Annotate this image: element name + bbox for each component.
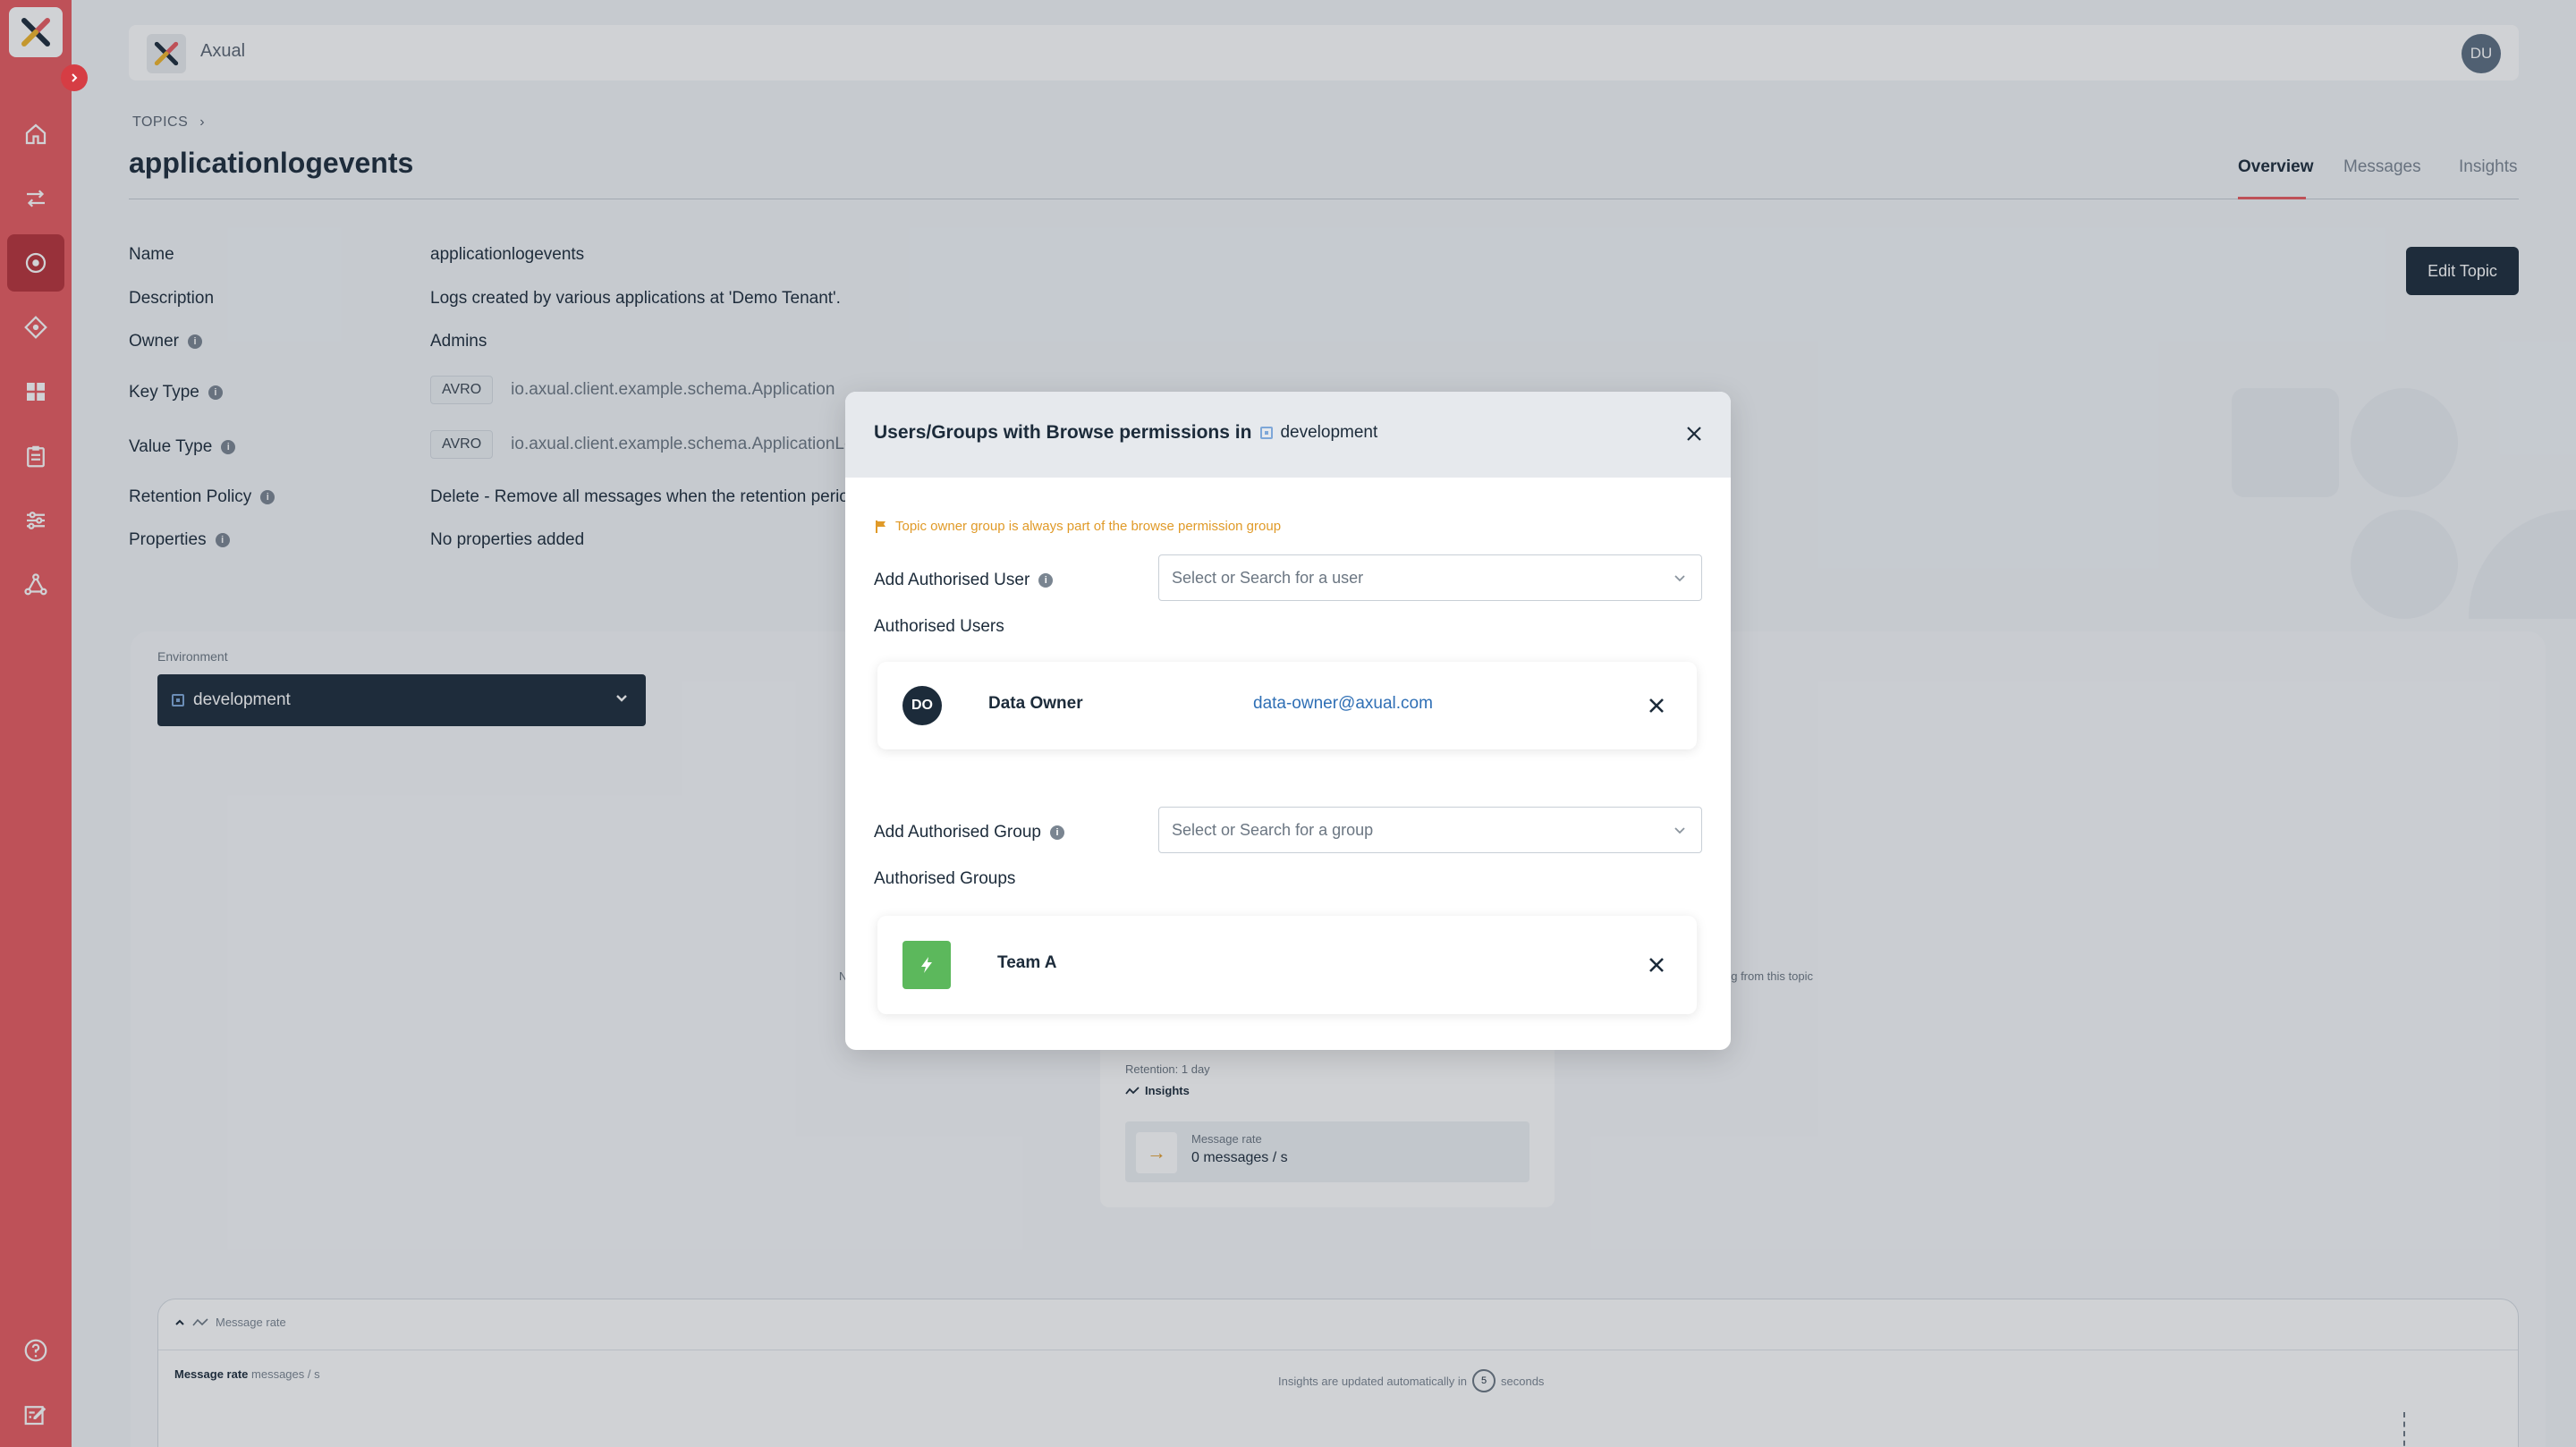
chevron-down-icon xyxy=(1674,827,1685,834)
user-email-link[interactable]: data-owner@axual.com xyxy=(1253,694,1433,714)
close-dialog-button[interactable] xyxy=(1682,422,1706,445)
user-select[interactable]: Select or Search for a user xyxy=(1158,554,1702,601)
dialog-header: Users/Groups with Browse permissions in … xyxy=(845,392,1731,478)
authorised-group-card: Team A xyxy=(877,916,1697,1014)
close-icon xyxy=(1649,958,1664,972)
add-user-label: Add Authorised User i xyxy=(874,571,1054,590)
info-icon[interactable]: i xyxy=(1049,825,1064,840)
authorised-groups-label: Authorised Groups xyxy=(874,869,1016,888)
environment-icon xyxy=(1260,427,1274,439)
info-icon[interactable]: i xyxy=(1038,573,1054,588)
flag-icon xyxy=(876,520,886,533)
group-avatar xyxy=(902,941,951,989)
lightning-icon xyxy=(921,957,932,973)
dialog-title: Users/Groups with Browse permissions in … xyxy=(874,422,1378,443)
authorised-user-card: DO Data Owner data-owner@axual.com xyxy=(877,662,1697,749)
owner-group-warning: Topic owner group is always part of the … xyxy=(874,519,1281,534)
chevron-down-icon xyxy=(1674,575,1685,582)
remove-group-button[interactable] xyxy=(1645,953,1668,977)
dialog-environment: development xyxy=(1260,423,1377,443)
remove-user-button[interactable] xyxy=(1645,694,1668,717)
user-name: Data Owner xyxy=(988,694,1083,713)
authorised-users-label: Authorised Users xyxy=(874,617,1004,636)
sidebar-expand-button[interactable] xyxy=(61,64,88,91)
group-select[interactable]: Select or Search for a group xyxy=(1158,807,1702,853)
group-name: Team A xyxy=(997,953,1057,972)
user-avatar: DO xyxy=(902,686,942,725)
add-group-label: Add Authorised Group i xyxy=(874,823,1064,842)
close-icon xyxy=(1649,698,1664,713)
close-icon xyxy=(1687,427,1701,441)
chevron-right-icon xyxy=(72,73,78,82)
browse-permissions-dialog: Users/Groups with Browse permissions in … xyxy=(845,392,1731,1050)
